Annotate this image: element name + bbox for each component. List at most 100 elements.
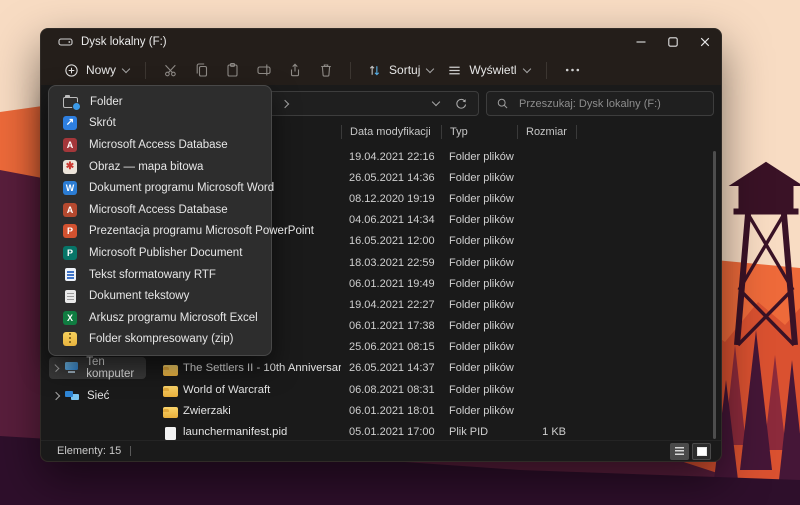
file-type: Folder plików <box>441 405 517 417</box>
menu-item-arkusz-programu-microsoft-excel[interactable]: XArkusz programu Microsoft Excel <box>49 307 271 329</box>
chevron-down-icon <box>426 64 434 72</box>
file-row[interactable]: Zwierzaki06.01.2021 18:01Folder plików <box>149 400 713 421</box>
window-title: Dysk lokalny (F:) <box>81 36 167 48</box>
menu-item-label: Microsoft Access Database <box>89 204 228 216</box>
network-icon <box>65 389 81 403</box>
details-view-button[interactable] <box>670 443 689 460</box>
file-row[interactable]: World of Warcraft06.08.2021 08:31Folder … <box>149 379 713 400</box>
menu-item-folder[interactable]: Folder <box>49 91 271 113</box>
status-bar: Elementy: 15 <box>41 440 721 461</box>
bitmap-icon: ✱ <box>63 160 77 174</box>
menu-item-dokument-tekstowy[interactable]: Dokument tekstowy <box>49 285 271 307</box>
toolbar-separator <box>350 62 351 79</box>
menu-item-microsoft-access-database[interactable]: A Microsoft Access Database <box>49 199 271 221</box>
list-lines-icon <box>447 63 462 78</box>
menu-item-skr-t[interactable]: ↗ Skrót <box>49 113 271 135</box>
file-date: 19.04.2021 22:27 <box>341 299 441 311</box>
computer-icon <box>64 361 80 375</box>
file-type: Folder plików <box>441 193 517 205</box>
chevron-down-icon <box>522 64 530 72</box>
details-view-icon <box>675 447 684 455</box>
file-type: Folder plików <box>441 172 517 184</box>
maximize-button[interactable] <box>657 29 689 55</box>
header-size[interactable]: Rozmiar <box>517 125 577 139</box>
address-dropdown-icon[interactable] <box>432 98 440 106</box>
menu-item-microsoft-access-database[interactable]: AMicrosoft Access Database <box>49 134 271 156</box>
close-button[interactable] <box>689 29 721 55</box>
titlebar: Dysk lokalny (F:) <box>41 29 721 55</box>
menu-item-folder-skompresowany-zip[interactable]: Folder skompresowany (zip) <box>49 329 271 351</box>
file-type: Folder plików <box>441 151 517 163</box>
zip-icon <box>63 332 77 346</box>
new-folder-icon <box>63 97 78 108</box>
sidebar-item-label: Sieć <box>87 390 109 402</box>
ellipsis-icon <box>565 67 580 73</box>
sidebar-item-ten-komputer[interactable]: Ten komputer <box>49 357 146 379</box>
file-type: Folder plików <box>441 299 517 311</box>
file-date: 05.01.2021 17:00 <box>341 426 441 438</box>
file-type: Folder plików <box>441 341 517 353</box>
header-date[interactable]: Data modyfikacji <box>341 125 441 139</box>
menu-item-label: Microsoft Publisher Document <box>89 247 242 259</box>
shortcut-icon: ↗ <box>63 116 77 130</box>
chevron-down-icon <box>122 64 130 72</box>
delete-button[interactable] <box>310 58 341 82</box>
new-button-label: Nowy <box>86 63 116 77</box>
icons-view-button[interactable] <box>692 443 711 460</box>
menu-item-label: Dokument programu Microsoft Word <box>89 182 274 194</box>
menu-item-label: Microsoft Access Database <box>89 139 228 151</box>
expand-chevron-icon[interactable] <box>52 392 60 400</box>
icons-view-icon <box>697 447 707 456</box>
microsoft-access-database-icon: A <box>63 203 77 217</box>
search-input[interactable] <box>517 97 704 111</box>
menu-item-label: Tekst sformatowany RTF <box>89 269 216 281</box>
refresh-icon[interactable] <box>454 97 468 111</box>
share-button[interactable] <box>279 58 310 82</box>
more-options-button[interactable] <box>556 63 589 77</box>
file-name: World of Warcraft <box>183 384 341 396</box>
textdoc-icon <box>65 290 76 303</box>
menu-item-label: Prezentacja programu Microsoft PowerPoin… <box>89 225 314 237</box>
rtf-icon <box>65 268 76 281</box>
menu-item-microsoft-publisher-document[interactable]: PMicrosoft Publisher Document <box>49 242 271 264</box>
menu-item-tekst-sformatowany-rtf[interactable]: Tekst sformatowany RTF <box>49 264 271 286</box>
maximize-icon <box>665 34 681 50</box>
items-count: Elementy: 15 <box>57 445 121 457</box>
drive-icon <box>58 35 73 49</box>
copy-icon <box>194 62 210 78</box>
file-row[interactable]: The Settlers II - 10th Anniversary26.05.… <box>149 358 713 379</box>
prezentacja-programu-microsoft-powerpoint-icon: P <box>63 224 77 238</box>
view-button-label: Wyświetl <box>469 63 516 77</box>
file-type: Folder plików <box>441 278 517 290</box>
paste-button[interactable] <box>217 58 248 82</box>
menu-item-label: Dokument tekstowy <box>89 290 189 302</box>
file-size: 1 KB <box>517 426 566 438</box>
menu-item-obraz-mapa-bitowa[interactable]: ✱Obraz — mapa bitowa <box>49 156 271 178</box>
file-type: Plik PID <box>441 426 517 438</box>
menu-item-label: Skrót <box>89 117 116 129</box>
sort-button[interactable]: Sortuj <box>360 59 440 82</box>
plus-circle-icon <box>64 63 79 78</box>
file-date: 19.04.2021 22:16 <box>341 151 441 163</box>
vertical-scrollbar[interactable] <box>713 151 716 439</box>
sort-icon <box>367 63 382 78</box>
view-toggles <box>670 443 711 460</box>
rename-button[interactable] <box>248 58 279 82</box>
file-date: 08.12.2020 19:19 <box>341 193 441 205</box>
menu-item-label: Folder skompresowany (zip) <box>89 333 233 345</box>
expand-chevron-icon[interactable] <box>52 364 60 372</box>
sidebar-item-sie[interactable]: Sieć <box>49 385 146 407</box>
minimize-button[interactable] <box>625 29 657 55</box>
header-type[interactable]: Typ <box>441 125 517 139</box>
menu-item-prezentacja-programu-microsoft-powerpoint[interactable]: PPrezentacja programu Microsoft PowerPoi… <box>49 221 271 243</box>
new-button[interactable]: Nowy <box>57 59 136 82</box>
copy-button[interactable] <box>186 58 217 82</box>
file-date: 04.06.2021 14:34 <box>341 214 441 226</box>
desktop: Dysk lokalny (F:) Nowy <box>0 0 800 505</box>
cut-button[interactable] <box>155 58 186 82</box>
view-button[interactable]: Wyświetl <box>440 59 536 82</box>
menu-item-dokument-programu-microsoft-word[interactable]: WDokument programu Microsoft Word <box>49 177 271 199</box>
chevron-right-icon <box>280 99 288 107</box>
file-date: 18.03.2021 22:59 <box>341 257 441 269</box>
share-icon <box>287 62 303 78</box>
